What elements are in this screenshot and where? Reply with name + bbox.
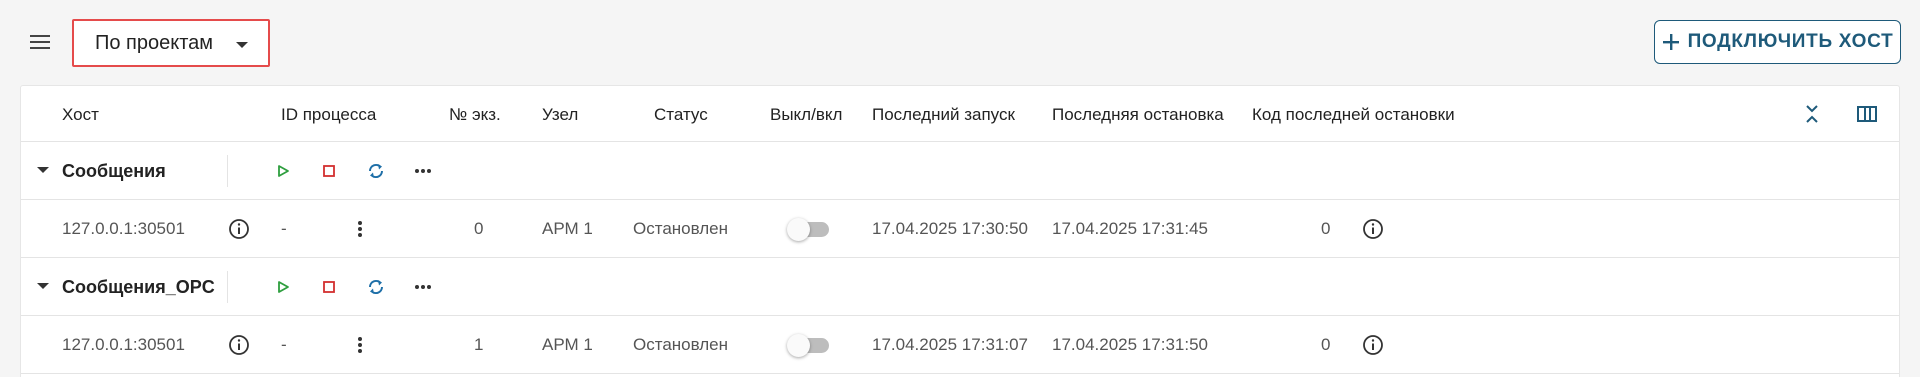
table-row[interactable]: 127.0.0.1:30501 - 1 АРМ 1 Остановлен 17.…	[21, 316, 1899, 374]
host-info-button[interactable]	[226, 332, 252, 358]
last-start-cell: 17.04.2025 17:31:07	[872, 335, 1028, 354]
connect-host-button[interactable]: ПОДКЛЮЧИТЬ ХОСТ	[1654, 20, 1901, 64]
more-horizontal-icon	[415, 169, 431, 173]
table-row[interactable]: 127.0.0.1:30501 - 0 АРМ 1 Остановлен 17.…	[21, 200, 1899, 258]
node-cell: АРМ 1	[542, 335, 593, 354]
last-start-cell: 17.04.2025 17:30:50	[872, 219, 1028, 238]
group-row: Сообщения	[21, 142, 1899, 200]
info-icon	[229, 219, 249, 239]
plus-icon	[1662, 34, 1679, 50]
group-more-button[interactable]	[410, 158, 436, 184]
stop-icon	[323, 165, 335, 177]
toggle-knob	[787, 218, 810, 241]
more-horizontal-icon	[415, 285, 431, 289]
column-header-last-stop-code[interactable]: Код последней остановки	[1252, 105, 1455, 125]
enable-toggle[interactable]	[787, 216, 831, 242]
status-cell: Остановлен	[633, 335, 729, 354]
group-expand-button[interactable]	[32, 159, 54, 181]
column-header-node[interactable]: Узел	[542, 105, 578, 125]
node-cell: АРМ 1	[542, 219, 593, 238]
column-header-last-stop[interactable]: Последняя остановка	[1052, 105, 1224, 125]
process-id-cell: -	[281, 335, 287, 354]
last-stop-cell: 17.04.2025 17:31:45	[1052, 219, 1208, 238]
info-icon	[1363, 219, 1383, 239]
row-menu-button[interactable]	[348, 332, 372, 358]
play-icon	[278, 281, 289, 293]
connect-host-button-label: ПОДКЛЮЧИТЬ ХОСТ	[1687, 31, 1894, 52]
stop-code-info-button[interactable]	[1360, 332, 1386, 358]
last-stop-code-cell: 0	[1321, 335, 1331, 354]
group-restart-button[interactable]	[363, 158, 389, 184]
instance-no-cell: 0	[474, 219, 484, 238]
hosts-table: Хост ID процесса № экз. Узел Статус Выкл…	[20, 85, 1900, 377]
group-divider	[227, 155, 228, 187]
host-cell: 127.0.0.1:30501	[62, 219, 185, 238]
enable-toggle[interactable]	[787, 332, 831, 358]
group-divider	[227, 271, 228, 303]
restart-icon	[368, 279, 384, 295]
table-header: Хост ID процесса № экз. Узел Статус Выкл…	[21, 86, 1899, 142]
stop-icon	[323, 281, 335, 293]
column-header-status[interactable]: Статус	[654, 105, 708, 125]
group-stop-button[interactable]	[317, 159, 341, 183]
chevron-down-icon	[37, 283, 49, 289]
collapse-all-button[interactable]	[1800, 102, 1824, 126]
group-name: Сообщения	[62, 161, 166, 181]
group-stop-button[interactable]	[317, 275, 341, 299]
group-restart-button[interactable]	[363, 274, 389, 300]
last-stop-code-cell: 0	[1321, 219, 1331, 238]
host-info-button[interactable]	[226, 216, 252, 242]
column-header-last-start[interactable]: Последний запуск	[872, 105, 1015, 125]
group-more-button[interactable]	[410, 274, 436, 300]
group-expand-button[interactable]	[32, 275, 54, 297]
hamburger-icon	[30, 35, 50, 49]
group-start-button[interactable]	[271, 275, 295, 299]
column-header-process-id[interactable]: ID процесса	[281, 105, 376, 125]
column-header-host[interactable]: Хост	[62, 105, 99, 125]
status-cell: Остановлен	[633, 219, 729, 238]
process-id-cell: -	[281, 219, 287, 238]
row-menu-button[interactable]	[348, 216, 372, 242]
grouping-select[interactable]: По проектам	[72, 19, 270, 67]
menu-button[interactable]	[28, 30, 52, 54]
restart-icon	[368, 163, 384, 179]
column-header-instance-no[interactable]: № экз.	[449, 105, 501, 125]
host-cell: 127.0.0.1:30501	[62, 335, 185, 354]
caret-down-icon	[236, 42, 248, 48]
more-vertical-icon	[358, 337, 362, 353]
column-header-toggle[interactable]: Выкл/вкл	[770, 105, 842, 125]
last-stop-cell: 17.04.2025 17:31:50	[1052, 335, 1208, 354]
chevron-down-icon	[37, 167, 49, 173]
instance-no-cell: 1	[474, 335, 484, 354]
columns-button[interactable]	[1854, 101, 1880, 127]
group-row: Сообщения_OPC	[21, 258, 1899, 316]
grouping-select-value: По проектам	[95, 31, 214, 54]
columns-icon	[1857, 106, 1877, 122]
collapse-all-icon	[1806, 105, 1818, 123]
play-icon	[278, 165, 289, 177]
info-icon	[1363, 335, 1383, 355]
more-vertical-icon	[358, 221, 362, 237]
group-name: Сообщения_OPC	[62, 277, 215, 297]
group-start-button[interactable]	[271, 159, 295, 183]
info-icon	[229, 335, 249, 355]
stop-code-info-button[interactable]	[1360, 216, 1386, 242]
toggle-knob	[787, 334, 810, 357]
